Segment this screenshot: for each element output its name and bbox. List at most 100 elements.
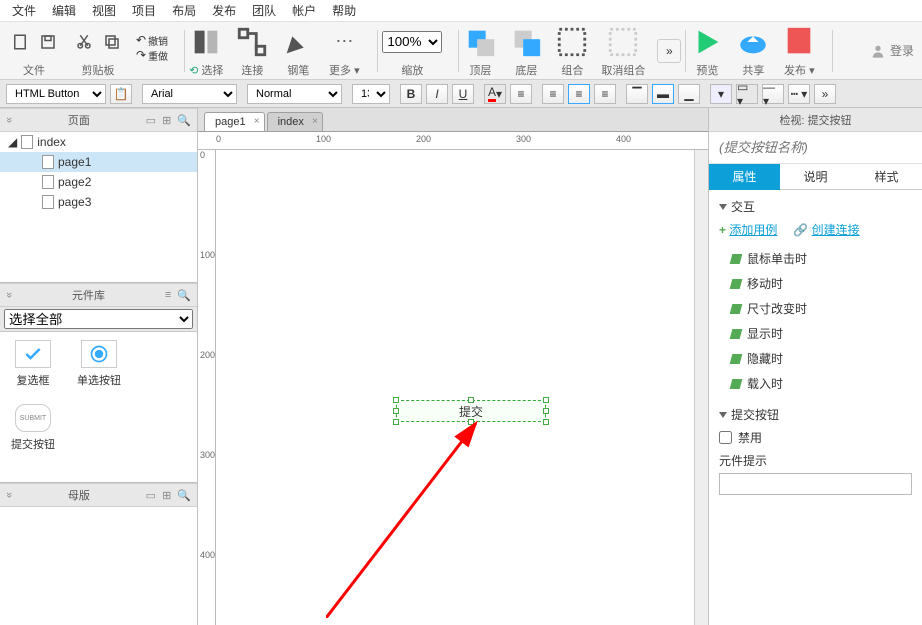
more-tool-icon[interactable]: ⋯ — [327, 27, 361, 57]
section-submit-button[interactable]: 提交按钮 — [719, 406, 912, 423]
menu-publish[interactable]: 发布 — [204, 2, 244, 19]
add-case-link[interactable]: 添加用例 — [729, 223, 777, 237]
paste-style-icon[interactable]: 📋 — [110, 84, 132, 104]
search-master-icon[interactable]: 🔍 — [177, 489, 191, 502]
menu-team[interactable]: 团队 — [244, 2, 284, 19]
menu-icon[interactable]: ≡ — [165, 289, 171, 302]
tab-page1[interactable]: page1× — [204, 112, 265, 131]
bring-front-icon[interactable] — [463, 27, 497, 57]
send-back-icon[interactable] — [509, 27, 543, 57]
fill-color-button[interactable]: ▾ — [710, 84, 732, 104]
bold-button[interactable]: B — [400, 84, 422, 104]
lib-item-submit[interactable]: SUBMIT 提交按钮 — [8, 404, 58, 452]
tab-index[interactable]: index× — [267, 112, 323, 131]
lib-label: 复选框 — [17, 372, 50, 388]
font-color-button[interactable]: A ▾ — [484, 84, 506, 104]
overflow-icon[interactable]: » — [657, 39, 681, 63]
collapse-icon[interactable]: » — [3, 117, 15, 123]
add-page-icon[interactable]: ▭ — [146, 114, 156, 127]
add-folder-icon[interactable]: ⊞ — [162, 114, 171, 127]
bullets-button[interactable]: ≡ — [510, 84, 532, 104]
library-panel-header: » 元件库 ≡🔍 — [0, 283, 197, 307]
font-size-select[interactable]: 13 — [352, 84, 390, 104]
overflow-style-icon[interactable]: » — [814, 84, 836, 104]
tree-root[interactable]: ◢index — [0, 132, 197, 152]
border-color-button[interactable]: ▭ ▾ — [736, 84, 758, 104]
close-icon[interactable]: × — [254, 116, 260, 127]
ungroup-icon[interactable] — [606, 27, 640, 57]
menu-file[interactable]: 文件 — [4, 2, 44, 19]
collapse-icon[interactable]: » — [3, 292, 15, 298]
underline-button[interactable]: U — [452, 84, 474, 104]
select-tool-icon[interactable] — [189, 27, 223, 57]
event-onload[interactable]: 载入时 — [731, 371, 912, 396]
font-weight-select[interactable]: Normal — [247, 84, 342, 104]
preview-icon[interactable] — [690, 27, 724, 57]
share-icon[interactable] — [736, 27, 770, 57]
add-master-folder-icon[interactable]: ⊞ — [162, 489, 171, 502]
create-link-link[interactable]: 创建连接 — [812, 223, 860, 237]
valign-bot-button[interactable]: ▁ — [678, 84, 700, 104]
selected-widget-submit[interactable]: 提交 — [396, 400, 546, 422]
tree-item-page2[interactable]: page2 — [0, 172, 197, 192]
event-onshow[interactable]: 显示时 — [731, 321, 912, 346]
section-interactions[interactable]: 交互 — [719, 198, 912, 215]
save-icon[interactable] — [36, 30, 60, 54]
library-selector[interactable]: 选择全部 — [4, 309, 193, 329]
italic-button[interactable]: I — [426, 84, 448, 104]
copy-icon[interactable] — [100, 30, 124, 54]
border-width-button[interactable]: — ▾ — [762, 84, 784, 104]
event-onresize[interactable]: 尺寸改变时 — [731, 296, 912, 321]
annotation-arrow — [326, 418, 486, 618]
search-lib-icon[interactable]: 🔍 — [177, 289, 191, 302]
cut-icon[interactable] — [72, 30, 96, 54]
publish-icon[interactable] — [782, 27, 816, 57]
menu-layout[interactable]: 布局 — [164, 2, 204, 19]
search-page-icon[interactable]: 🔍 — [177, 114, 191, 127]
border-style-button[interactable]: ┅ ▾ — [788, 84, 810, 104]
inspector-tab-style[interactable]: 样式 — [851, 164, 922, 190]
group-icon[interactable] — [555, 27, 589, 57]
font-select[interactable]: Arial — [142, 84, 237, 104]
event-onclick[interactable]: 鼠标单击时 — [731, 246, 912, 271]
disabled-checkbox[interactable] — [719, 431, 732, 444]
file-label: 文件 — [23, 62, 45, 78]
hint-input[interactable] — [719, 473, 912, 495]
connect-tool-icon[interactable] — [235, 27, 269, 57]
bolt-icon — [730, 354, 743, 364]
align-left-button[interactable]: ≡ — [542, 84, 564, 104]
lib-item-radio[interactable]: 单选按钮 — [74, 340, 124, 388]
undo-icon[interactable]: ↶ — [136, 33, 146, 47]
canvas[interactable]: 提交 — [216, 150, 694, 625]
align-right-button[interactable]: ≡ — [594, 84, 616, 104]
redo-icon[interactable]: ↷ — [136, 48, 146, 62]
valign-top-button[interactable]: ▔ — [626, 84, 648, 104]
pen-tool-icon[interactable] — [281, 27, 315, 57]
login-button[interactable]: 登录 — [870, 42, 914, 59]
valign-mid-button[interactable]: ▬ — [652, 84, 674, 104]
page-icon — [42, 195, 54, 209]
menu-help[interactable]: 帮助 — [324, 2, 364, 19]
event-onmove[interactable]: 移动时 — [731, 271, 912, 296]
widget-type-select[interactable]: HTML Button — [6, 84, 106, 104]
menu-edit[interactable]: 编辑 — [44, 2, 84, 19]
add-master-icon[interactable]: ▭ — [146, 489, 156, 502]
align-center-button[interactable]: ≡ — [568, 84, 590, 104]
collapse-icon[interactable]: » — [3, 492, 15, 498]
widget-name-input[interactable] — [719, 140, 912, 155]
pages-panel-header: » 页面 ▭ ⊞ 🔍 — [0, 108, 197, 132]
close-icon[interactable]: × — [312, 116, 318, 127]
tree-item-page3[interactable]: page3 — [0, 192, 197, 212]
scrollbar-vertical[interactable] — [694, 150, 708, 625]
tree-item-page1[interactable]: page1 — [0, 152, 197, 172]
menu-project[interactable]: 项目 — [124, 2, 164, 19]
lib-item-checkbox[interactable]: 复选框 — [8, 340, 58, 388]
zoom-select[interactable]: 100% — [382, 31, 442, 53]
new-file-icon[interactable] — [8, 30, 32, 54]
menu-account[interactable]: 帐户 — [284, 2, 324, 19]
menu-view[interactable]: 视图 — [84, 2, 124, 19]
inspector-tab-notes[interactable]: 说明 — [780, 164, 851, 190]
document-tabs: page1× index× — [198, 108, 708, 132]
inspector-tab-properties[interactable]: 属性 — [709, 164, 780, 190]
event-onhide[interactable]: 隐藏时 — [731, 346, 912, 371]
